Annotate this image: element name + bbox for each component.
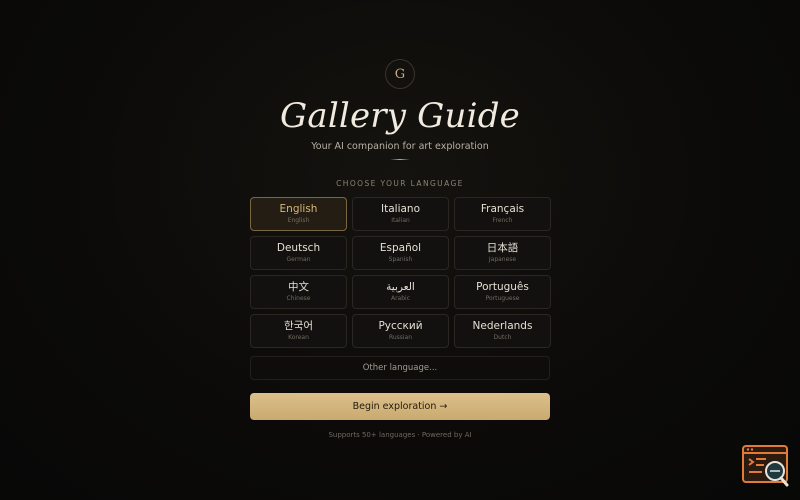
language-english-name: French: [492, 217, 513, 224]
language-option-russian[interactable]: Русский Russian: [352, 314, 449, 348]
language-native-name: Italiano: [381, 203, 420, 215]
code-search-icon[interactable]: [742, 445, 790, 487]
language-native-name: 中文: [288, 281, 309, 293]
language-english-name: Chinese: [286, 295, 311, 302]
language-native-name: Nederlands: [472, 320, 533, 332]
language-option-italian[interactable]: Italiano Italian: [352, 197, 449, 231]
language-option-arabic[interactable]: العربية Arabic: [352, 275, 449, 309]
language-select-screen: G Gallery Guide Your AI companion for ar…: [0, 0, 800, 500]
language-english-name: Korean: [288, 334, 309, 341]
title-divider: [390, 159, 410, 160]
language-native-name: English: [279, 203, 318, 215]
footer-note: Supports 50+ languages · Powered by AI: [328, 431, 472, 439]
language-option-spanish[interactable]: Español Spanish: [352, 236, 449, 270]
other-language-button[interactable]: Other language...: [250, 356, 550, 380]
begin-exploration-button[interactable]: Begin exploration →: [250, 393, 550, 420]
language-english-name: German: [286, 256, 311, 263]
language-option-english[interactable]: English English: [250, 197, 347, 231]
language-english-name: Arabic: [390, 295, 411, 302]
page-title: Gallery Guide: [280, 96, 520, 136]
language-option-french[interactable]: Français French: [454, 197, 551, 231]
gallery-logo-icon: G: [385, 59, 415, 89]
language-option-korean[interactable]: 한국어 Korean: [250, 314, 347, 348]
language-grid: English English Italiano Italian Françai…: [250, 197, 551, 348]
language-option-dutch[interactable]: Nederlands Dutch: [454, 314, 551, 348]
page-subtitle: Your AI companion for art exploration: [311, 141, 489, 152]
language-option-chinese[interactable]: 中文 Chinese: [250, 275, 347, 309]
language-english-name: Portuguese: [485, 295, 520, 302]
logo-letter: G: [394, 66, 406, 82]
language-option-japanese[interactable]: 日本語 Japanese: [454, 236, 551, 270]
language-english-name: English: [287, 217, 310, 224]
language-english-name: Dutch: [493, 334, 512, 341]
language-native-name: Deutsch: [276, 242, 321, 254]
language-english-name: Italian: [391, 217, 410, 224]
language-native-name: 한국어: [284, 320, 313, 332]
language-english-name: Japanese: [488, 256, 517, 263]
language-native-name: Português: [476, 281, 529, 293]
language-english-name: Spanish: [388, 256, 413, 263]
language-native-name: 日本語: [486, 242, 519, 254]
language-native-name: العربية: [386, 281, 415, 293]
language-section-label: CHOOSE YOUR LANGUAGE: [336, 179, 464, 188]
language-english-name: Russian: [388, 334, 413, 341]
language-option-german[interactable]: Deutsch German: [250, 236, 347, 270]
language-native-name: Français: [480, 203, 525, 215]
language-native-name: Русский: [378, 320, 423, 332]
language-option-portuguese[interactable]: Português Portuguese: [454, 275, 551, 309]
language-native-name: Español: [379, 242, 422, 254]
